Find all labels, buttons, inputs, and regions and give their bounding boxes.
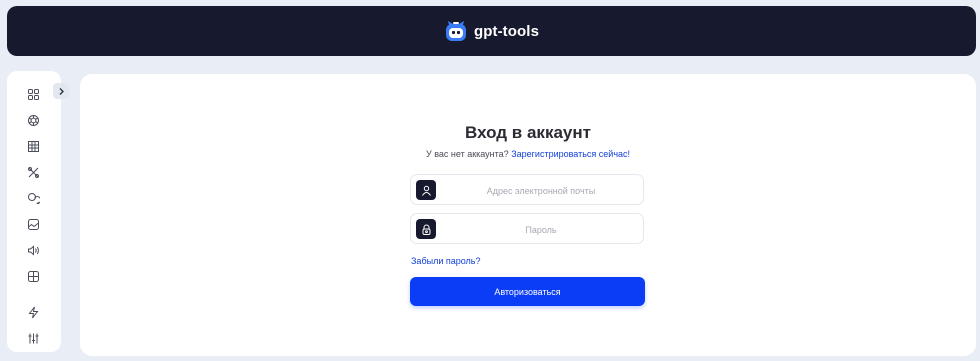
login-button[interactable]: Авторизоваться bbox=[410, 277, 645, 306]
page-title: Вход в аккаунт bbox=[465, 123, 591, 142]
register-link[interactable]: Зарегистрироваться сейчас! bbox=[511, 149, 630, 159]
login-panel: Вход в аккаунт У вас нет аккаунта? Зарег… bbox=[80, 74, 976, 356]
sidebar bbox=[7, 71, 61, 352]
forgot-password-link[interactable]: Забыли пароль? bbox=[411, 256, 480, 266]
no-account-text: У вас нет аккаунта? bbox=[425, 149, 509, 159]
sliders-icon[interactable] bbox=[27, 332, 40, 345]
chat-icon[interactable] bbox=[27, 192, 40, 205]
email-field[interactable] bbox=[410, 174, 644, 206]
password-input[interactable] bbox=[439, 214, 643, 245]
lock-icon bbox=[416, 219, 436, 239]
chevron-right-icon bbox=[59, 87, 64, 95]
image-icon[interactable] bbox=[27, 218, 40, 231]
robot-face-icon bbox=[445, 21, 466, 41]
lightning-icon[interactable] bbox=[27, 306, 40, 319]
email-input[interactable] bbox=[439, 175, 643, 206]
sound-icon[interactable] bbox=[27, 244, 40, 257]
brand[interactable]: gpt-tools bbox=[444, 20, 539, 42]
register-prompt: У вас нет аккаунта? Зарегистрироваться с… bbox=[80, 149, 976, 159]
password-field[interactable] bbox=[410, 213, 644, 245]
user-icon bbox=[416, 180, 436, 200]
top-header: gpt-tools bbox=[7, 6, 976, 56]
openai-icon[interactable] bbox=[27, 114, 40, 127]
layout-icon[interactable] bbox=[27, 270, 40, 283]
tools-icon[interactable] bbox=[27, 166, 40, 179]
grid-icon[interactable] bbox=[27, 88, 40, 101]
image-grid-icon[interactable] bbox=[27, 140, 40, 153]
sidebar-toggle-button[interactable] bbox=[53, 83, 69, 99]
brand-name: gpt-tools bbox=[473, 22, 540, 40]
